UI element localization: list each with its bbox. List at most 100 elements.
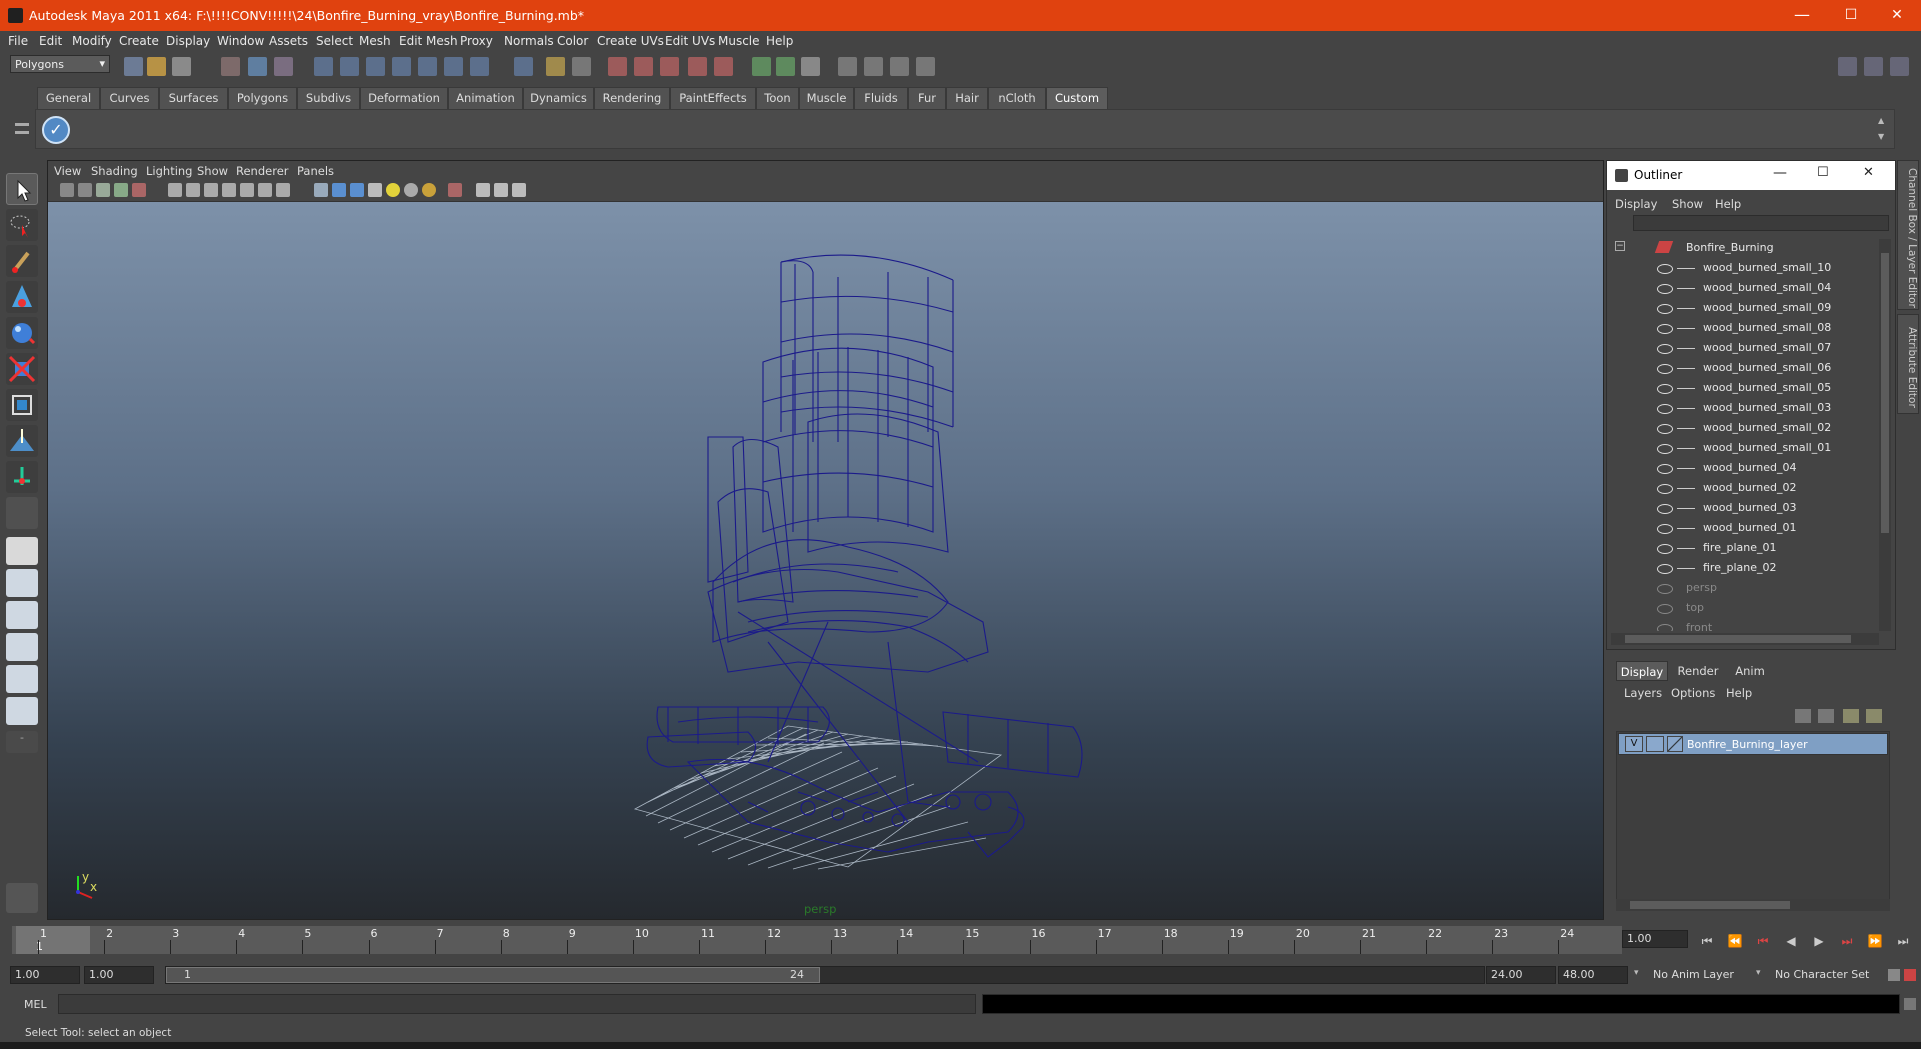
step-forward-key-icon[interactable]: ⏭ bbox=[1836, 934, 1858, 952]
outliner-horizontal-scrollbar[interactable] bbox=[1611, 633, 1879, 645]
step-forward-frame-icon[interactable]: ⏩ bbox=[1864, 934, 1886, 952]
anim-layer-chevron-down-icon[interactable]: ▾ bbox=[1634, 968, 1639, 978]
menu-normals[interactable]: Normals bbox=[504, 34, 554, 48]
play-forwards-icon[interactable]: ▶ bbox=[1808, 934, 1830, 952]
outliner-item[interactable]: wood_burned_03 bbox=[1615, 499, 1875, 519]
outliner-item[interactable]: wood_burned_small_07 bbox=[1615, 339, 1875, 359]
attribute-editor-side-tab[interactable]: Attribute Editor bbox=[1897, 314, 1919, 414]
image-plane-icon[interactable] bbox=[864, 57, 883, 76]
outliner-menu-display[interactable]: Display bbox=[1615, 197, 1657, 211]
go-to-end-icon[interactable]: ⏭ bbox=[1892, 934, 1914, 952]
film-gate-icon[interactable] bbox=[186, 183, 200, 197]
select-by-component-icon[interactable] bbox=[274, 57, 293, 76]
outliner-minimize-button[interactable]: — bbox=[1773, 165, 1787, 181]
layer-menu-help[interactable]: Help bbox=[1726, 686, 1752, 700]
menu-display[interactable]: Display bbox=[166, 34, 210, 48]
snap-surface-icon[interactable] bbox=[470, 57, 489, 76]
viewport-menu-show[interactable]: Show bbox=[197, 164, 228, 178]
outliner-menu-show[interactable]: Show bbox=[1672, 197, 1703, 211]
layer-color-swatch[interactable] bbox=[1667, 736, 1683, 752]
collapse-icon[interactable]: − bbox=[1615, 241, 1625, 251]
shelf-tab-custom[interactable]: Custom bbox=[1046, 87, 1108, 109]
channel-box-side-tab[interactable]: Channel Box / Layer Editor bbox=[1897, 160, 1919, 310]
command-input[interactable] bbox=[58, 994, 976, 1014]
help-icon[interactable] bbox=[514, 57, 533, 76]
new-scene-icon[interactable] bbox=[124, 57, 143, 76]
layer-type-toggle[interactable] bbox=[1646, 736, 1664, 752]
menu-modify[interactable]: Modify bbox=[72, 34, 112, 48]
persp-graph-layout-icon[interactable] bbox=[6, 633, 38, 661]
make-live-icon[interactable] bbox=[444, 57, 463, 76]
camera-attributes-icon[interactable] bbox=[78, 183, 92, 197]
layer-horizontal-scrollbar[interactable] bbox=[1616, 899, 1890, 911]
lock-icon[interactable] bbox=[546, 57, 565, 76]
toggle-attribute-editor-icon[interactable] bbox=[1838, 57, 1857, 76]
resolution-gate-icon[interactable] bbox=[204, 183, 218, 197]
smooth-shading-icon[interactable] bbox=[332, 183, 346, 197]
animation-start-field[interactable]: 1.00 bbox=[10, 966, 80, 984]
menu-create-uvs[interactable]: Create UVs bbox=[597, 34, 664, 48]
outliner-camera-item[interactable]: top bbox=[1615, 599, 1875, 619]
new-layer-icon[interactable] bbox=[1843, 709, 1859, 723]
shelf-tab-fur[interactable]: Fur bbox=[908, 87, 946, 109]
open-scene-icon[interactable] bbox=[147, 57, 166, 76]
snap-plane-icon[interactable] bbox=[418, 57, 437, 76]
wireframe-on-shaded-icon[interactable] bbox=[350, 183, 364, 197]
persp-outliner-layout-icon[interactable] bbox=[6, 601, 38, 629]
batch-render-icon[interactable] bbox=[776, 57, 795, 76]
shelf-scroll-up-icon[interactable]: ▲ bbox=[1878, 116, 1888, 126]
close-button[interactable]: ✕ bbox=[1880, 5, 1914, 25]
overlay-icon[interactable] bbox=[890, 57, 909, 76]
outliner-close-button[interactable]: ✕ bbox=[1863, 165, 1874, 180]
outliner-item[interactable]: wood_burned_small_06 bbox=[1615, 359, 1875, 379]
key-icon[interactable] bbox=[1888, 969, 1900, 981]
outliner-search-field[interactable] bbox=[1633, 215, 1889, 231]
outliner-graph-layout-icon[interactable] bbox=[6, 697, 38, 725]
input-ops-icon[interactable] bbox=[572, 57, 591, 76]
layer-tab-display[interactable]: Display bbox=[1616, 661, 1668, 681]
snapshot-icon[interactable] bbox=[752, 57, 771, 76]
outliner-item[interactable]: wood_burned_small_02 bbox=[1615, 419, 1875, 439]
animation-end-field[interactable]: 48.00 bbox=[1558, 966, 1628, 984]
shelf-tab-fluids[interactable]: Fluids bbox=[854, 87, 908, 109]
playback-end-field[interactable]: 24.00 bbox=[1486, 966, 1556, 984]
hypershade-icon[interactable] bbox=[688, 57, 707, 76]
outliner-layout-toggle-icon[interactable] bbox=[6, 883, 38, 913]
viewport-menu-shading[interactable]: Shading bbox=[91, 164, 138, 178]
maximize-button[interactable]: ☐ bbox=[1834, 5, 1868, 25]
menu-assets[interactable]: Assets bbox=[269, 34, 308, 48]
play-backwards-icon[interactable]: ◀ bbox=[1780, 934, 1802, 952]
step-back-key-icon[interactable]: ⏮ bbox=[1752, 934, 1774, 952]
persp-hypergraph-layout-icon[interactable] bbox=[6, 665, 38, 693]
default-lighting-icon[interactable] bbox=[386, 183, 400, 197]
outliner-item[interactable]: wood_burned_01 bbox=[1615, 519, 1875, 539]
layer-menu-layers[interactable]: Layers bbox=[1624, 686, 1662, 700]
render-view-icon[interactable] bbox=[714, 57, 733, 76]
snap-grid-icon[interactable] bbox=[340, 57, 359, 76]
viewport-menu-panels[interactable]: Panels bbox=[297, 164, 334, 178]
two-d-pan-icon[interactable] bbox=[132, 183, 146, 197]
last-tool-icon[interactable] bbox=[6, 497, 38, 529]
snap-curve-icon[interactable] bbox=[366, 57, 385, 76]
ipr-render-icon[interactable] bbox=[634, 57, 653, 76]
wireframe-shading-icon[interactable] bbox=[314, 183, 328, 197]
menu-edit[interactable]: Edit bbox=[39, 34, 62, 48]
menu-edit-uvs[interactable]: Edit UVs bbox=[665, 34, 715, 48]
outliner-item[interactable]: wood_burned_small_10 bbox=[1615, 259, 1875, 279]
isolate-select-icon[interactable] bbox=[448, 183, 462, 197]
minimize-button[interactable]: — bbox=[1785, 5, 1819, 25]
command-language-label[interactable]: MEL bbox=[24, 998, 47, 1011]
outliner-camera-item[interactable]: front bbox=[1615, 619, 1875, 631]
display-icon[interactable] bbox=[916, 57, 935, 76]
outliner-vertical-scrollbar[interactable] bbox=[1879, 239, 1891, 631]
menu-window[interactable]: Window bbox=[217, 34, 264, 48]
xray-icon[interactable] bbox=[476, 183, 490, 197]
select-tool-icon[interactable] bbox=[6, 173, 38, 205]
shelf-tab-toon[interactable]: Toon bbox=[756, 87, 799, 109]
snap-point-icon[interactable] bbox=[392, 57, 411, 76]
safe-action-icon[interactable] bbox=[258, 183, 272, 197]
layer-visibility-toggle[interactable]: V bbox=[1625, 736, 1643, 752]
lasso-tool-icon[interactable] bbox=[6, 209, 38, 241]
grid-toggle-icon[interactable] bbox=[168, 183, 182, 197]
menu-create[interactable]: Create bbox=[119, 34, 159, 48]
